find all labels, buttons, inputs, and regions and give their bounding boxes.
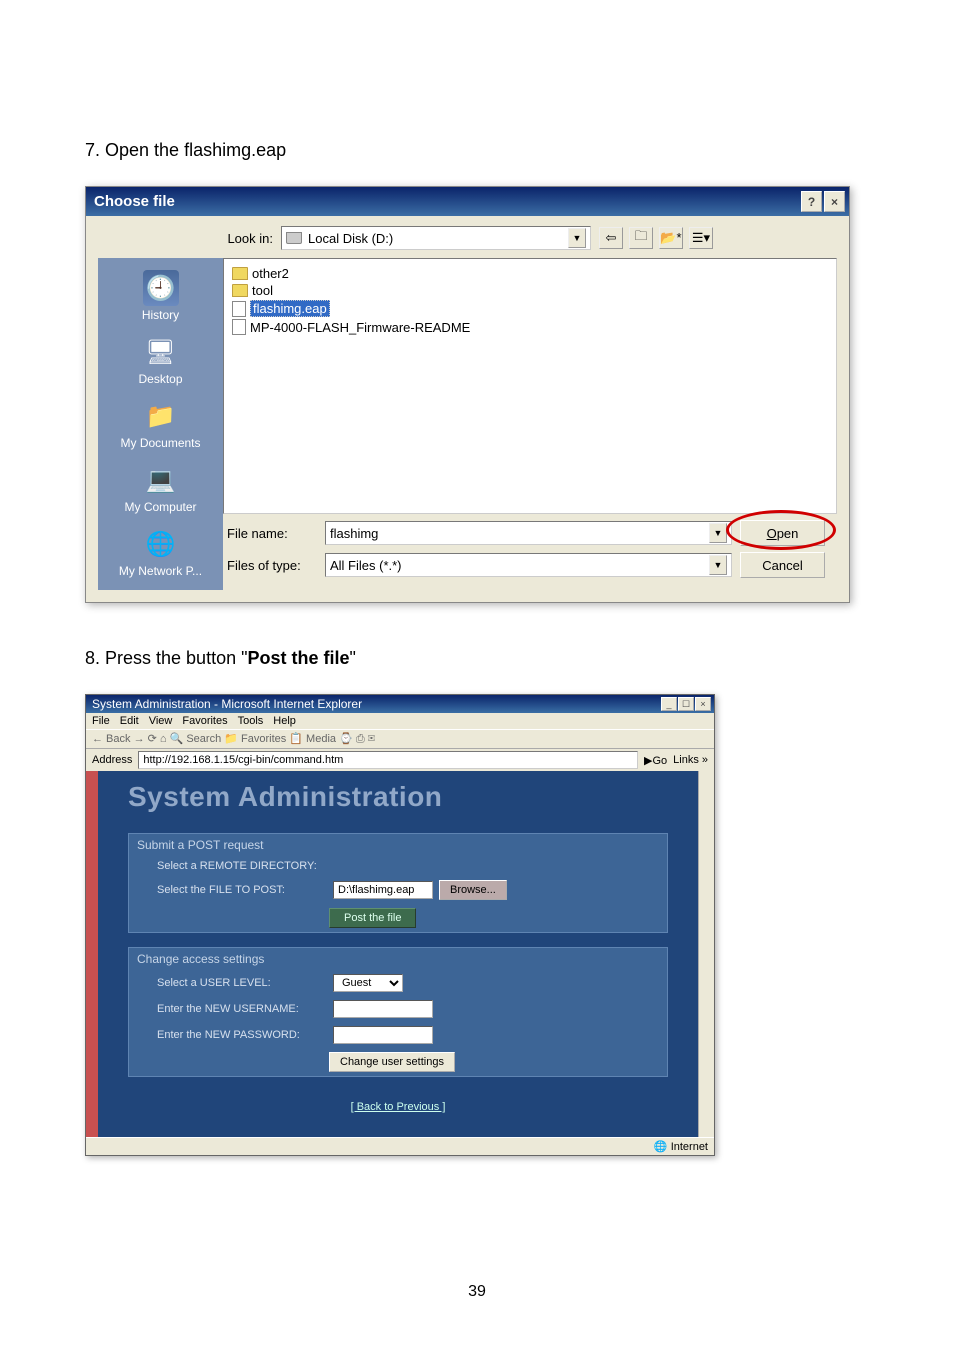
minimize-button[interactable]: _ xyxy=(661,697,677,711)
change-settings-button[interactable]: Change user settings xyxy=(329,1052,455,1072)
address-label: Address xyxy=(92,754,132,766)
open-button[interactable]: Open xyxy=(740,520,825,546)
go-button[interactable]: ▶Go xyxy=(644,754,667,767)
help-button[interactable]: ? xyxy=(801,191,822,212)
post-file-button[interactable]: Post the file xyxy=(329,908,416,928)
menu-favorites[interactable]: Favorites xyxy=(182,715,227,727)
back-icon[interactable]: ⇦ xyxy=(599,227,623,249)
lookin-value: Local Disk (D:) xyxy=(308,231,393,246)
disk-icon xyxy=(286,232,302,244)
places-desktop[interactable]: 🖥 Desktop xyxy=(102,330,219,390)
lookin-label: Look in: xyxy=(218,231,273,246)
places-mycomputer[interactable]: 💻 My Computer xyxy=(102,458,219,518)
new-password-input[interactable] xyxy=(333,1026,433,1044)
user-level-label: Select a USER LEVEL: xyxy=(157,977,327,989)
maximize-button[interactable]: ☐ xyxy=(678,697,694,711)
filetype-label: Files of type: xyxy=(227,558,317,573)
new-username-label: Enter the NEW USERNAME: xyxy=(157,1003,327,1015)
new-password-label: Enter the NEW PASSWORD: xyxy=(157,1029,327,1041)
dialog-title: Choose file xyxy=(94,193,175,210)
toolbar-text[interactable]: ← Back → ⟳ ⌂ 🔍 Search 📁 Favorites 📋 Medi… xyxy=(92,732,375,746)
address-input[interactable]: http://192.168.1.15/cgi-bin/command.htm xyxy=(138,751,638,769)
lookin-combo[interactable]: Local Disk (D:) ▼ xyxy=(281,226,591,250)
places-mydocuments[interactable]: 📁 My Documents xyxy=(102,394,219,454)
page-number: 39 xyxy=(0,1283,954,1301)
list-item[interactable]: other2 xyxy=(230,265,830,282)
step8-text: 8. Press the button "Post the file" xyxy=(85,648,869,669)
views-icon[interactable]: ☰▾ xyxy=(689,227,713,249)
close-button[interactable]: × xyxy=(695,697,711,711)
network-icon: 🌐 xyxy=(143,526,179,562)
panel-access-settings: Change access settings Select a USER LEV… xyxy=(128,947,668,1077)
choose-file-dialog: Choose file ? × Look in: Local Disk (D:)… xyxy=(85,186,850,603)
panel-post-request: Submit a POST request Select a REMOTE DI… xyxy=(128,833,668,933)
folder-icon xyxy=(232,284,248,297)
file-path-input[interactable] xyxy=(333,881,433,899)
list-item[interactable]: MP-4000-FLASH_Firmware-README xyxy=(230,318,830,336)
places-bar: 🕘 History 🖥 Desktop 📁 My Documents 💻 My … xyxy=(98,258,223,590)
chevron-down-icon[interactable]: ▼ xyxy=(709,523,727,543)
browser-title: System Administration - Microsoft Intern… xyxy=(92,697,362,711)
history-icon: 🕘 xyxy=(143,270,179,306)
status-bar: 🌐 Internet xyxy=(86,1137,714,1155)
folder-icon xyxy=(232,267,248,280)
browser-titlebar: System Administration - Microsoft Intern… xyxy=(86,695,714,713)
menu-view[interactable]: View xyxy=(149,715,173,727)
new-username-input[interactable] xyxy=(333,1000,433,1018)
filename-input[interactable]: flashimg ▼ xyxy=(325,521,732,545)
browse-button[interactable]: Browse... xyxy=(439,880,507,900)
browser-window: System Administration - Microsoft Intern… xyxy=(85,694,715,1156)
scrollbar[interactable] xyxy=(698,771,714,1137)
back-to-previous-link[interactable]: [ Back to Previous ] xyxy=(351,1101,446,1113)
browser-toolbar: ← Back → ⟳ ⌂ 🔍 Search 📁 Favorites 📋 Medi… xyxy=(86,729,714,749)
places-network[interactable]: 🌐 My Network P... xyxy=(102,522,219,582)
mycomputer-icon: 💻 xyxy=(143,462,179,498)
new-folder-icon[interactable]: 📂* xyxy=(659,227,683,249)
menu-help[interactable]: Help xyxy=(273,715,296,727)
links-label[interactable]: Links » xyxy=(673,754,708,766)
left-stripe xyxy=(86,771,98,1137)
up-icon[interactable]: 🗀 xyxy=(629,227,653,249)
close-button[interactable]: × xyxy=(824,191,845,212)
list-item[interactable]: tool xyxy=(230,282,830,299)
file-list[interactable]: other2 tool flashimg.eap MP-4000-FLASH_F… xyxy=(223,258,837,514)
menu-bar: File Edit View Favorites Tools Help xyxy=(86,713,714,729)
filename-label: File name: xyxy=(227,526,317,541)
dialog-titlebar: Choose file ? × xyxy=(86,187,849,216)
mydocs-icon: 📁 xyxy=(143,398,179,434)
panel-title: Submit a POST request xyxy=(129,834,667,856)
page-title: System Administration xyxy=(128,781,668,813)
address-bar: Address http://192.168.1.15/cgi-bin/comm… xyxy=(86,749,714,771)
file-to-post-label: Select the FILE TO POST: xyxy=(157,884,327,896)
desktop-icon: 🖥 xyxy=(143,334,179,370)
user-level-select[interactable]: Guest xyxy=(333,974,403,992)
remote-dir-label: Select a REMOTE DIRECTORY: xyxy=(129,856,667,876)
list-item[interactable]: flashimg.eap xyxy=(230,299,830,318)
menu-tools[interactable]: Tools xyxy=(238,715,264,727)
step7-text: 7. Open the flashimg.eap xyxy=(85,140,869,161)
places-history[interactable]: 🕘 History xyxy=(102,266,219,326)
cancel-button[interactable]: Cancel xyxy=(740,552,825,578)
file-icon xyxy=(232,301,246,317)
chevron-down-icon[interactable]: ▼ xyxy=(568,228,586,248)
menu-edit[interactable]: Edit xyxy=(120,715,139,727)
chevron-down-icon[interactable]: ▼ xyxy=(709,555,727,575)
filetype-combo[interactable]: All Files (*.*) ▼ xyxy=(325,553,732,577)
panel-title: Change access settings xyxy=(129,948,667,970)
menu-file[interactable]: File xyxy=(92,715,110,727)
file-icon xyxy=(232,319,246,335)
